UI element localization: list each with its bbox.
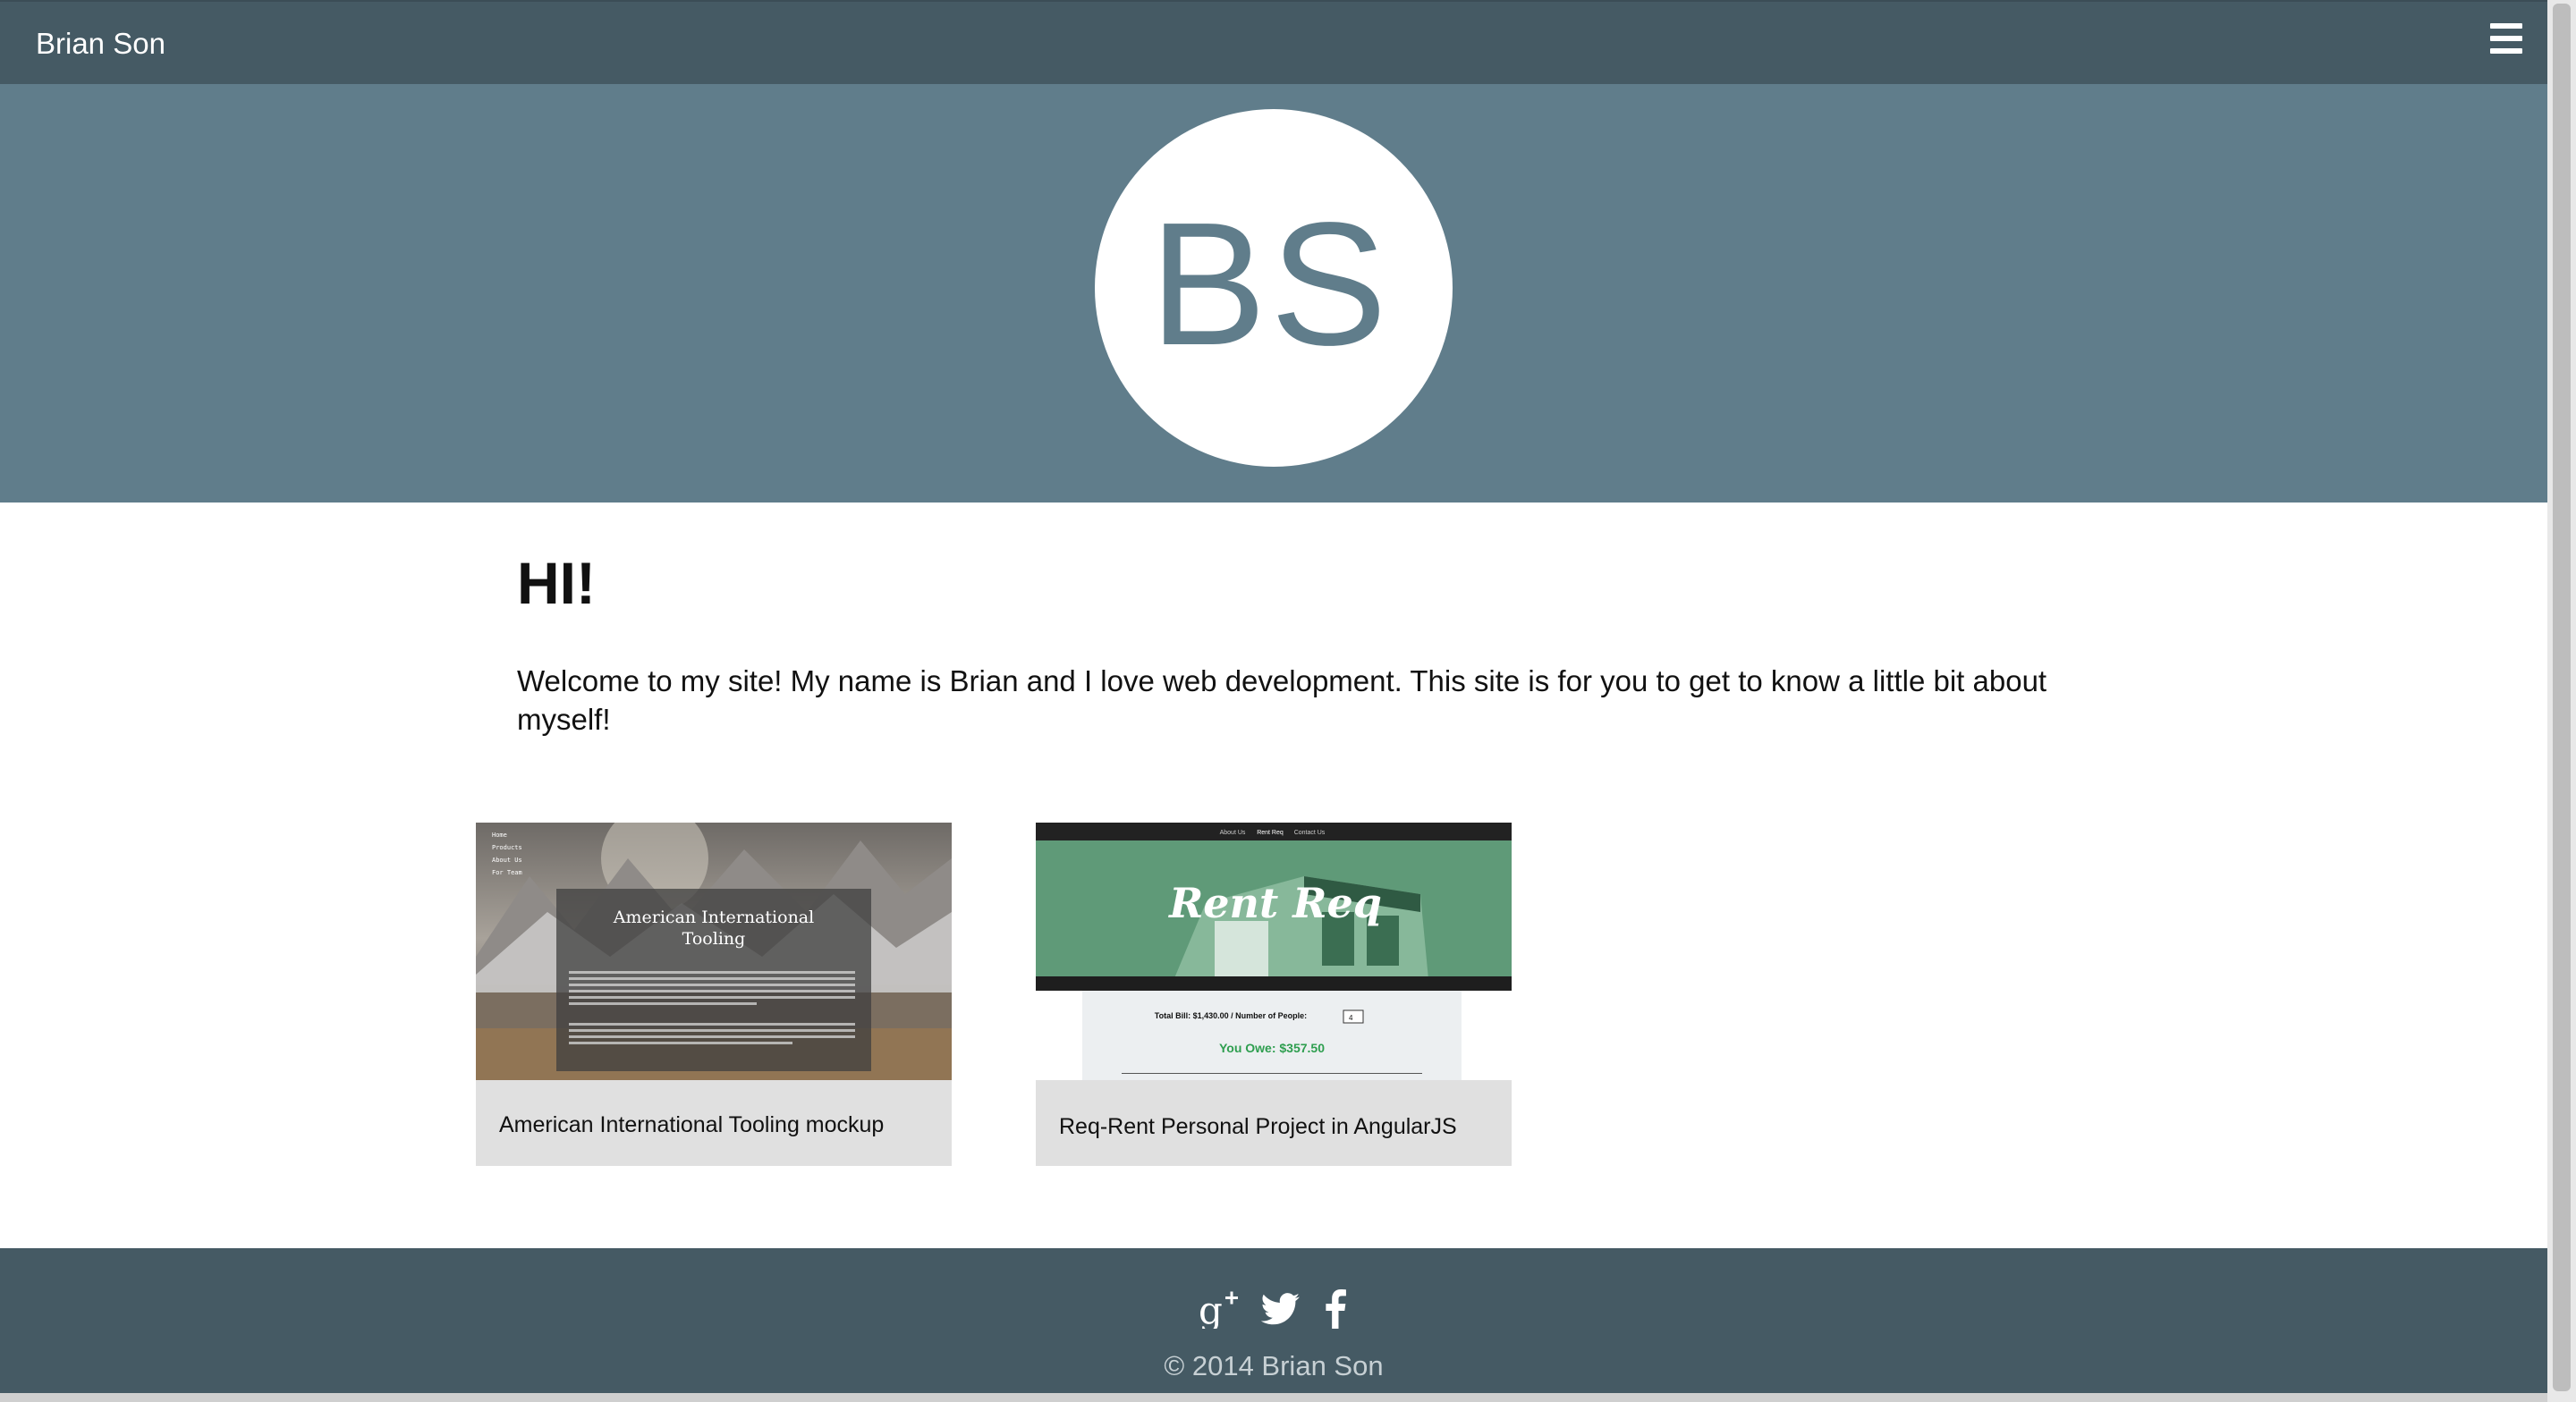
hero-banner: BS (0, 84, 2547, 503)
thumb2-logo: Rent Req (1167, 879, 1382, 927)
thumb2-bill-text: Total Bill: $1,430.00 / Number of People… (1155, 1011, 1307, 1020)
twitter-icon[interactable] (1260, 1293, 1301, 1330)
brand-link[interactable]: Brian Son (36, 27, 165, 61)
svg-text:g: g (1199, 1289, 1223, 1329)
thumb2-owe-text: You Owe: $357.50 (1219, 1041, 1325, 1055)
thumb1-nav-products: Products (492, 844, 522, 851)
thumb2-nav-contact: Contact Us (1294, 830, 1326, 836)
facebook-icon[interactable] (1324, 1289, 1347, 1333)
project-card-req-rent[interactable]: About Us Rent Req Contact Us Rent Req To… (1036, 823, 1512, 1166)
project-card-american-international-tooling[interactable]: Home Products About Us For Team American… (476, 823, 952, 1166)
google-plus-icon[interactable]: g (1199, 1288, 1241, 1333)
intro-paragraph: Welcome to my site! My name is Brian and… (517, 664, 2047, 736)
top-navbar: Brian Son (0, 0, 2547, 84)
copyright-text: © 2014 Brian Son (1164, 1350, 1384, 1381)
social-links: g (1199, 1288, 1356, 1332)
scrollbar-thumb[interactable] (2553, 4, 2571, 1391)
thumb2-nav-about: About Us (1220, 830, 1246, 836)
thumb2-nav-rentreq: Rent Req (1257, 830, 1284, 836)
project-thumbnail: About Us Rent Req Contact Us Rent Req To… (1036, 823, 1512, 1080)
project-caption: American International Tooling mockup (499, 1112, 885, 1137)
thumb1-nav-home: Home (492, 832, 507, 839)
thumb1-title-line1: American International (613, 908, 814, 927)
horizontal-scrollbar[interactable] (0, 1393, 2547, 1402)
footer: g © 2014 Brian Son (0, 1248, 2547, 1393)
avatar-initials: BS (1149, 185, 1391, 382)
thumb1-nav-team: For Team (492, 869, 522, 876)
vertical-scrollbar[interactable] (2547, 0, 2576, 1402)
project-caption: Req-Rent Personal Project in AngularJS (1059, 1114, 1457, 1139)
thumb2-people-count: 4 (1349, 1014, 1353, 1022)
thumb1-title-line2: Tooling (682, 929, 746, 949)
project-thumbnail: Home Products About Us For Team American… (476, 823, 952, 1080)
hamburger-menu-icon[interactable] (2490, 23, 2522, 54)
avatar-logo: BS (1095, 109, 1453, 467)
page-heading: HI! (517, 550, 596, 616)
thumb1-nav-about: About Us (492, 857, 522, 864)
